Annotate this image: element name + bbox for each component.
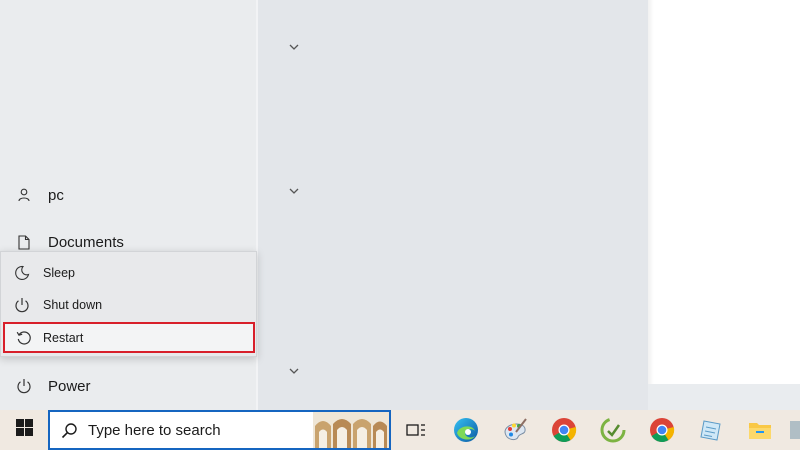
desktop-background bbox=[648, 0, 800, 384]
document-icon bbox=[0, 234, 48, 250]
taskbar bbox=[0, 410, 800, 450]
power-button[interactable]: Power bbox=[0, 366, 256, 406]
chevron-down-icon[interactable] bbox=[288, 41, 300, 53]
person-icon bbox=[0, 188, 48, 202]
shut-down-option[interactable]: Shut down bbox=[1, 289, 256, 321]
desktop-strip bbox=[648, 384, 800, 410]
power-icon bbox=[0, 378, 48, 394]
windows-logo-icon bbox=[15, 419, 33, 441]
search-icon bbox=[50, 422, 88, 439]
chrome-icon[interactable] bbox=[639, 410, 685, 450]
power-options-menu: Sleep Shut down Restart bbox=[0, 251, 257, 357]
power-label: Power bbox=[48, 377, 91, 395]
shut-down-label: Shut down bbox=[43, 298, 103, 312]
notepad-icon[interactable] bbox=[688, 410, 734, 450]
chevron-down-icon[interactable] bbox=[288, 365, 300, 377]
task-view-icon[interactable] bbox=[393, 410, 439, 450]
moon-icon bbox=[1, 265, 43, 281]
edge-icon[interactable] bbox=[443, 410, 489, 450]
start-button[interactable] bbox=[0, 410, 48, 450]
sleep-label: Sleep bbox=[43, 266, 75, 280]
start-menu-shadow bbox=[648, 0, 654, 384]
search-input[interactable] bbox=[88, 421, 308, 439]
file-explorer-icon[interactable] bbox=[737, 410, 783, 450]
power-icon bbox=[1, 297, 43, 313]
green-app-icon[interactable] bbox=[590, 410, 636, 450]
user-name-label: pc bbox=[48, 186, 64, 204]
start-menu: pc Documents Power Sleep Shut down Resta… bbox=[0, 0, 648, 410]
chevron-down-icon[interactable] bbox=[288, 185, 300, 197]
chrome-icon[interactable] bbox=[541, 410, 587, 450]
search-highlight-image[interactable] bbox=[313, 412, 389, 448]
documents-label: Documents bbox=[48, 233, 124, 251]
search-box[interactable] bbox=[48, 410, 391, 450]
restart-option[interactable]: Restart bbox=[3, 322, 255, 353]
restart-label: Restart bbox=[43, 330, 84, 345]
tiles-area bbox=[258, 0, 648, 410]
partial-taskbar-icon[interactable] bbox=[786, 410, 800, 450]
user-account-button[interactable]: pc bbox=[0, 175, 256, 215]
restart-icon bbox=[5, 330, 43, 346]
sleep-option[interactable]: Sleep bbox=[1, 257, 256, 289]
paint-icon[interactable] bbox=[492, 410, 538, 450]
